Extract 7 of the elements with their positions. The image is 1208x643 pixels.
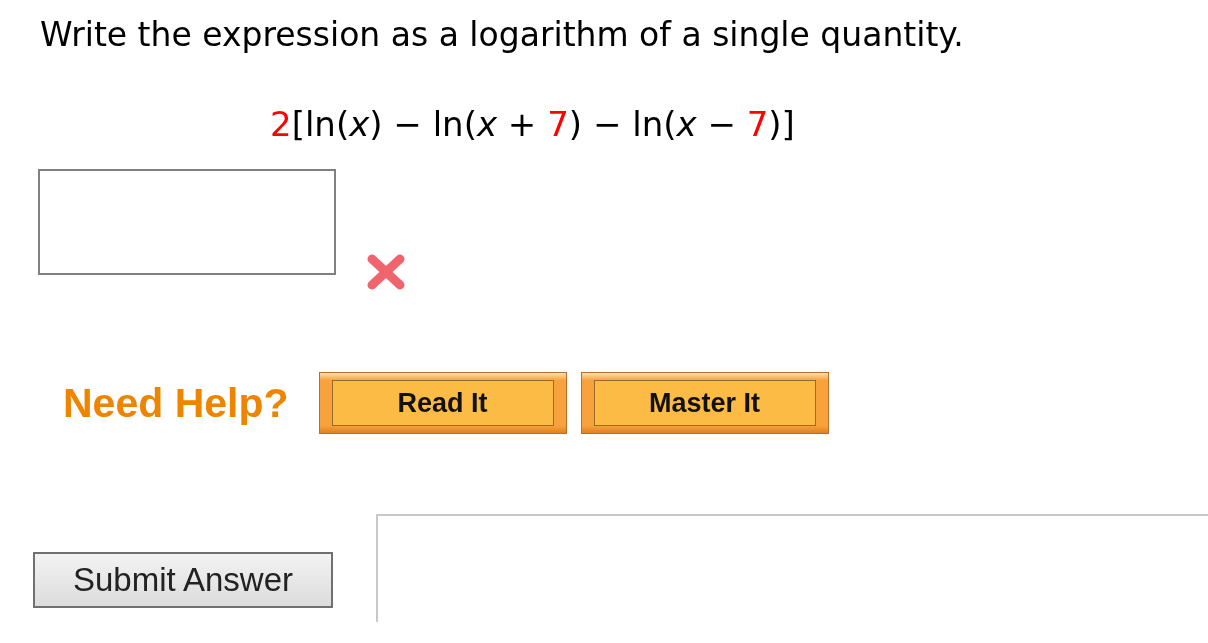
need-help-label: Need Help? — [63, 379, 289, 427]
help-button[interactable]: Read It — [318, 372, 567, 434]
question-prompt: Write the expression as a logarithm of a single quantity. — [39, 14, 965, 56]
math-expression: 2[ln(x) − ln(x + 7) − ln(x − 7)] — [270, 103, 795, 146]
submit-answer-button[interactable]: Submit Answer — [33, 552, 333, 608]
answer-field[interactable] — [38, 169, 336, 275]
help-button[interactable]: Master It — [580, 372, 829, 434]
